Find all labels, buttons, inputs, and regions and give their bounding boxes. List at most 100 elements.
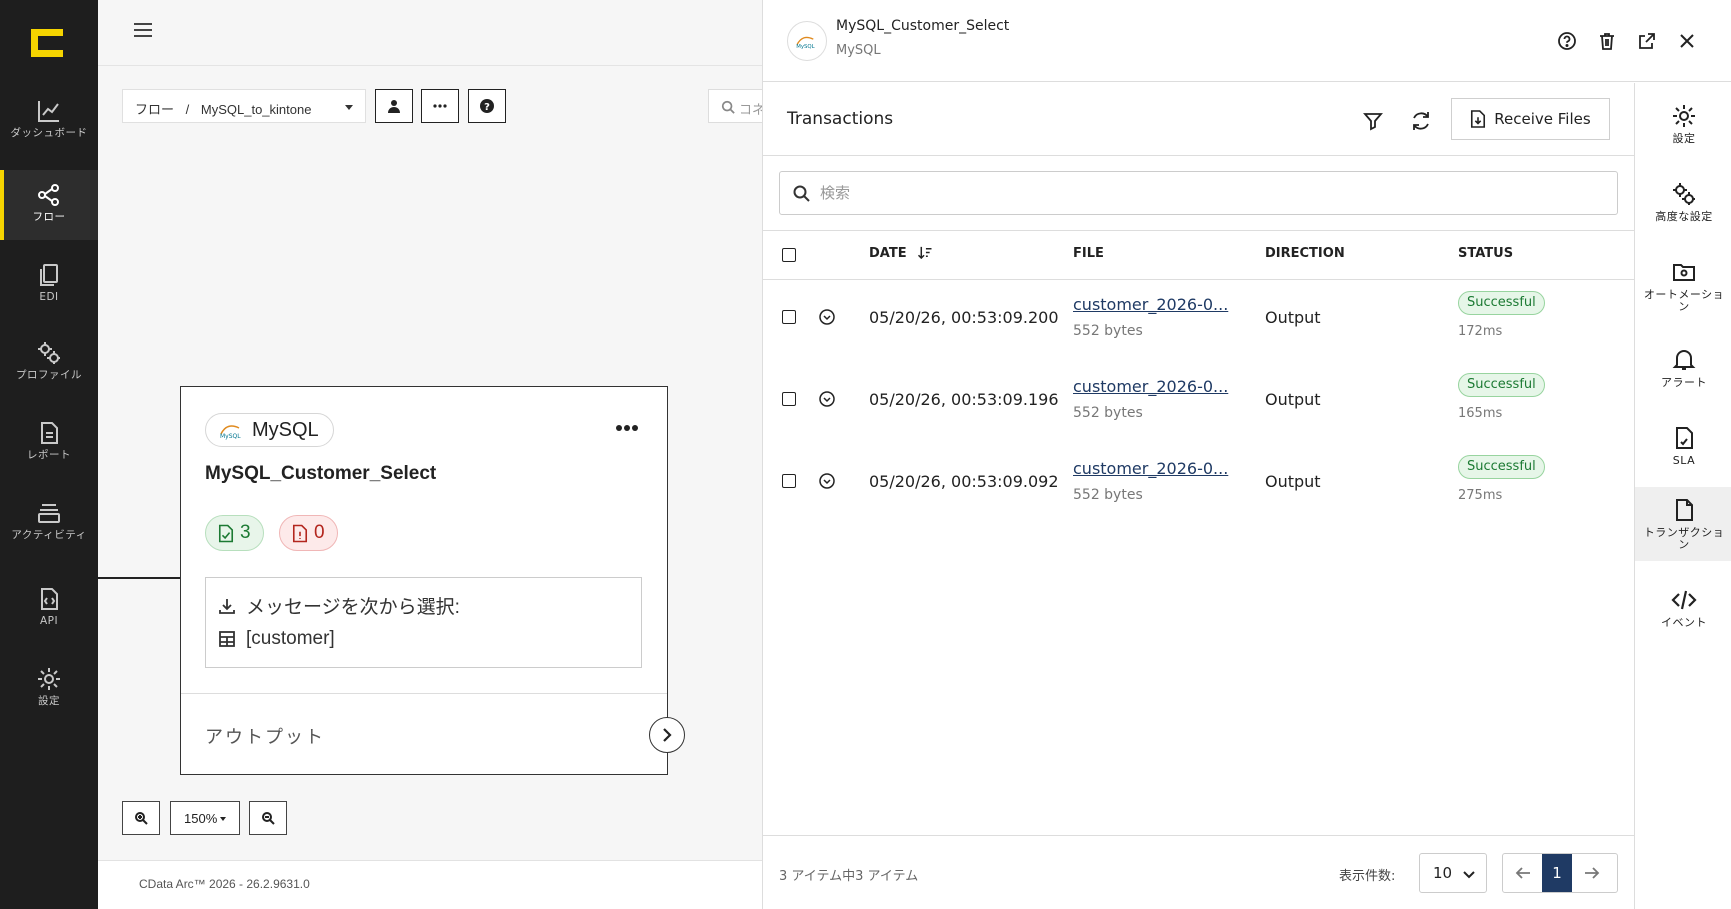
toolbar-item-automation[interactable]: オートメーション — [1635, 249, 1731, 323]
canvas-topbar — [98, 0, 762, 66]
current-page-button[interactable]: 1 — [1542, 854, 1572, 892]
nav-item-activity[interactable]: アクティビティ — [0, 488, 98, 558]
column-header-date[interactable]: DATE — [869, 246, 933, 261]
toolbar-item-transactions[interactable]: トランザクション — [1635, 487, 1731, 561]
ellipsis-icon[interactable] — [615, 423, 639, 433]
column-header-status[interactable]: STATUS — [1458, 246, 1513, 261]
settings-icon — [38, 668, 60, 690]
chart-icon — [38, 101, 59, 122]
row-date: 05/20/26, 00:53:09.200 — [869, 308, 1059, 327]
hamburger-menu-icon[interactable] — [134, 23, 152, 39]
table-line: [customer] — [218, 628, 335, 650]
column-header-direction[interactable]: DIRECTION — [1265, 246, 1345, 261]
toolbar-item-settings[interactable]: 設定 — [1635, 93, 1731, 167]
transactions-search[interactable] — [779, 171, 1618, 215]
toolbar-label: 高度な設定 — [1655, 210, 1713, 223]
help-button[interactable]: ? — [468, 89, 506, 123]
page-size-select[interactable]: 10 — [1419, 853, 1487, 893]
toolbar-item-advanced[interactable]: 高度な設定 — [1635, 171, 1731, 245]
nav-item-flow[interactable]: フロー — [0, 170, 98, 240]
nav-label: ダッシュボード — [10, 127, 88, 139]
zoom-level-value: 150% — [184, 811, 218, 826]
zoom-level-select[interactable]: 150% — [170, 801, 240, 835]
nav-item-dashboard[interactable]: ダッシュボード — [0, 86, 98, 156]
help-button[interactable] — [1556, 30, 1578, 52]
zoom-in-button[interactable] — [122, 801, 160, 835]
nav-item-api[interactable]: API — [0, 574, 98, 644]
flow-breadcrumb-select[interactable]: フロー / MySQL_to_kintone — [122, 89, 366, 123]
expand-circle-icon[interactable] — [819, 391, 835, 407]
row-date: 05/20/26, 00:53:09.196 — [869, 390, 1059, 409]
toolbar-label: トランザクション — [1643, 526, 1725, 551]
table-icon — [219, 631, 235, 647]
receive-files-button[interactable]: Receive Files — [1451, 98, 1610, 140]
toolbar-label: イベント — [1661, 616, 1707, 629]
nav-item-edi[interactable]: EDI — [0, 250, 98, 320]
node-config-summary: メッセージを次から選択: [customer] — [205, 577, 642, 668]
zoom-out-button[interactable] — [249, 801, 287, 835]
table-row[interactable]: 05/20/26, 00:53:09.200 customer_2026-0..… — [763, 279, 1634, 361]
select-all-checkbox[interactable] — [782, 248, 796, 262]
flow-icon — [38, 184, 59, 206]
mysql-logo-icon: MySQL — [220, 425, 241, 440]
row-checkbox[interactable] — [782, 392, 796, 406]
open-external-button[interactable] — [1636, 30, 1658, 52]
connector-node-card[interactable]: MySQL MySQL MySQL_Customer_Select 3 0 メッ… — [180, 386, 685, 775]
next-page-button[interactable] — [1572, 854, 1617, 892]
nav-item-settings[interactable]: 設定 — [0, 654, 98, 724]
nav-label: アクティビティ — [11, 529, 87, 541]
search-input[interactable] — [820, 180, 1600, 206]
expand-circle-icon[interactable] — [819, 309, 835, 325]
breadcrumb-separator: / — [185, 102, 190, 117]
divider — [763, 230, 1634, 231]
toolbar-item-alerts[interactable]: アラート — [1635, 337, 1731, 411]
message-source-line: メッセージを次から選択: — [218, 592, 460, 619]
nav-item-profile[interactable]: プロファイル — [0, 328, 98, 398]
delete-button[interactable] — [1596, 30, 1618, 52]
connector-search-input[interactable]: コネ — [708, 89, 768, 123]
row-file-size: 552 bytes — [1073, 487, 1143, 503]
panel-side-toolbar: 設定 高度な設定 オートメーション アラート SLA トランザクション イベント — [1634, 83, 1731, 909]
settings-icon — [1673, 105, 1695, 127]
close-button[interactable] — [1676, 30, 1698, 52]
pagination: 1 — [1502, 853, 1618, 893]
code-icon — [1671, 590, 1697, 610]
cdata-logo[interactable] — [29, 25, 65, 61]
prev-page-button[interactable] — [1503, 854, 1542, 892]
table-row[interactable]: 05/20/26, 00:53:09.196 customer_2026-0..… — [763, 361, 1634, 443]
filter-icon[interactable] — [1361, 109, 1385, 133]
chevron-down-icon — [1463, 871, 1475, 879]
row-file-link[interactable]: customer_2026-0... — [1073, 377, 1228, 396]
row-duration: 275ms — [1458, 488, 1503, 503]
row-file-size: 552 bytes — [1073, 405, 1143, 421]
error-count-badge[interactable]: 0 — [279, 515, 338, 551]
toolbar-item-sla[interactable]: SLA — [1635, 415, 1731, 489]
table-row[interactable]: 05/20/26, 00:53:09.092 customer_2026-0..… — [763, 443, 1634, 525]
nav-item-report[interactable]: レポート — [0, 408, 98, 478]
version-text: CData Arc™ 2026 - 26.2.9631.0 — [139, 877, 310, 891]
success-count-badge[interactable]: 3 — [205, 515, 264, 551]
ellipsis-icon — [433, 104, 447, 108]
toolbar-item-events[interactable]: イベント — [1635, 577, 1731, 651]
more-options-button[interactable] — [421, 89, 459, 123]
canvas-footer: CData Arc™ 2026 - 26.2.9631.0 — [98, 860, 762, 909]
error-count: 0 — [314, 522, 325, 543]
bell-icon — [1672, 350, 1696, 370]
column-header-file[interactable]: FILE — [1073, 246, 1104, 261]
toolbar-label: アラート — [1661, 376, 1707, 389]
page-size-label: 表示件数: — [1339, 869, 1396, 884]
output-connect-button[interactable] — [649, 717, 685, 753]
help-icon: ? — [480, 99, 494, 113]
user-button[interactable] — [375, 89, 413, 123]
flow-canvas[interactable]: フロー / MySQL_to_kintone ? コネ MySQL MySQL … — [98, 0, 768, 909]
success-count: 3 — [240, 522, 251, 543]
row-checkbox[interactable] — [782, 310, 796, 324]
chevron-down-icon — [220, 817, 226, 821]
panel-header: MySQL MySQL_Customer_Select MySQL — [763, 0, 1731, 82]
row-file-link[interactable]: customer_2026-0... — [1073, 459, 1228, 478]
expand-circle-icon[interactable] — [819, 473, 835, 489]
connector-avatar: MySQL — [787, 21, 827, 61]
refresh-icon[interactable] — [1409, 109, 1433, 133]
row-file-link[interactable]: customer_2026-0... — [1073, 295, 1228, 314]
row-checkbox[interactable] — [782, 474, 796, 488]
